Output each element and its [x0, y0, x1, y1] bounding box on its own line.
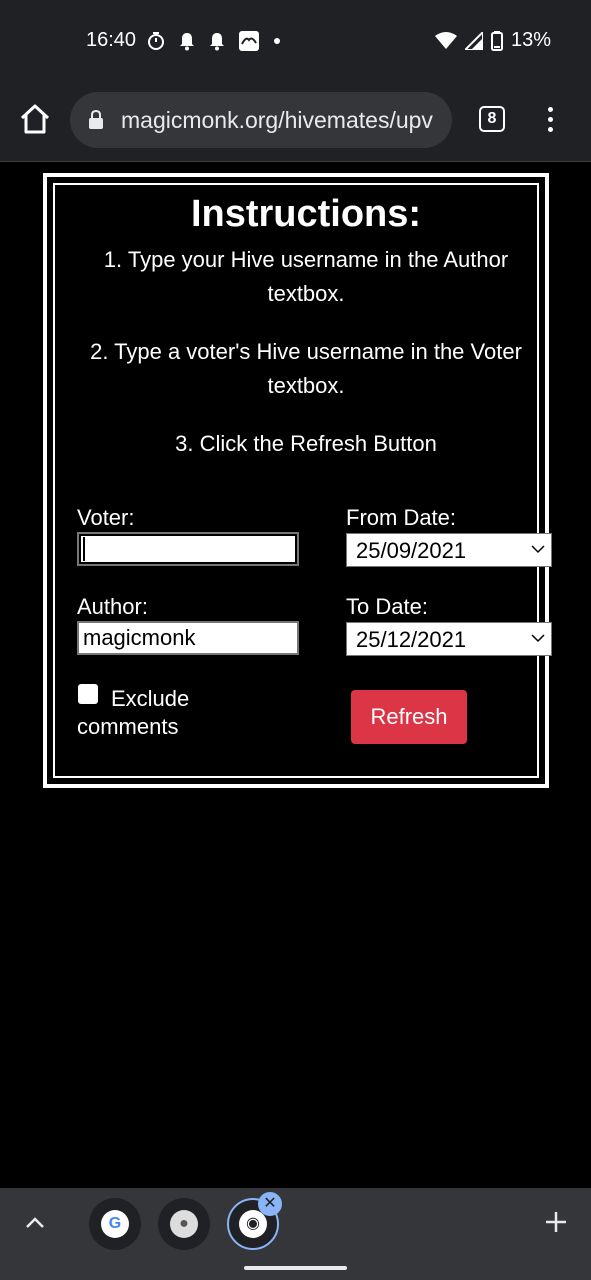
signal-icon — [464, 31, 483, 50]
google-icon: G — [101, 1210, 129, 1238]
battery-percent: 13% — [510, 29, 551, 51]
url-text: magicmonk.org/hivemates/upv — [121, 107, 433, 133]
close-tab-icon[interactable]: ✕ — [258, 1192, 282, 1216]
gesture-nav-bar[interactable] — [244, 1266, 347, 1270]
instructions-title: Instructions: — [190, 193, 422, 235]
address-bar[interactable]: magicmonk.org/hivemates/upv — [70, 92, 452, 148]
battery-icon — [490, 30, 503, 51]
voter-label: Voter: — [77, 505, 135, 530]
exclude-comments-label: Exclude comments — [77, 686, 190, 739]
from-date-value: 25/09/2021 — [356, 538, 467, 563]
text-caret — [83, 537, 85, 561]
tab-google[interactable]: G — [89, 1198, 141, 1250]
more-menu-icon[interactable] — [540, 104, 560, 136]
tab-site[interactable]: ● — [158, 1198, 210, 1250]
from-date-label: From Date: — [346, 505, 457, 530]
notification-bell-icon — [180, 33, 194, 51]
site-favicon-icon: ● — [170, 1210, 198, 1238]
tab-switcher-button[interactable]: 8 — [479, 106, 505, 132]
to-date-select[interactable]: 25/12/2021 — [346, 622, 552, 656]
instruction-step-3: 3. Click the Refresh Button — [175, 431, 437, 456]
to-date-label: To Date: — [346, 594, 428, 619]
wifi-icon — [434, 31, 457, 49]
instruction-step-1: 1. Type your Hive username in the Author… — [103, 247, 509, 306]
browser-toolbar: magicmonk.org/hivemates/upv 8 — [0, 80, 591, 162]
voter-input[interactable] — [77, 532, 299, 566]
tab-strip: G ● ◉ ✕ — [0, 1188, 591, 1280]
chevron-up-icon[interactable] — [24, 1212, 46, 1234]
status-bar: 16:40 13% — [0, 0, 591, 80]
to-date-value: 25/12/2021 — [356, 627, 467, 652]
clock: 16:40 — [86, 29, 137, 51]
notification-icons — [146, 30, 282, 52]
chevron-down-icon — [531, 634, 545, 643]
app-notification-icon — [239, 31, 259, 51]
timer-icon — [148, 32, 164, 50]
dot-icon — [274, 38, 280, 44]
chevron-down-icon — [531, 545, 545, 554]
author-label: Author: — [77, 594, 148, 619]
from-date-select[interactable]: 25/09/2021 — [346, 533, 552, 567]
new-tab-icon[interactable] — [544, 1210, 568, 1234]
home-icon[interactable] — [18, 102, 52, 136]
lock-icon — [89, 110, 103, 129]
system-status: 13% — [434, 29, 551, 52]
notification-bell-icon — [210, 33, 224, 51]
author-input[interactable]: magicmonk — [77, 621, 299, 655]
form-card: Instructions: 1. Type your Hive username… — [43, 173, 552, 788]
instruction-step-2: 2. Type a voter's Hive username in the V… — [90, 339, 522, 398]
refresh-button[interactable]: Refresh — [351, 690, 467, 744]
form-card-inner: Instructions: 1. Type your Hive username… — [53, 183, 552, 778]
